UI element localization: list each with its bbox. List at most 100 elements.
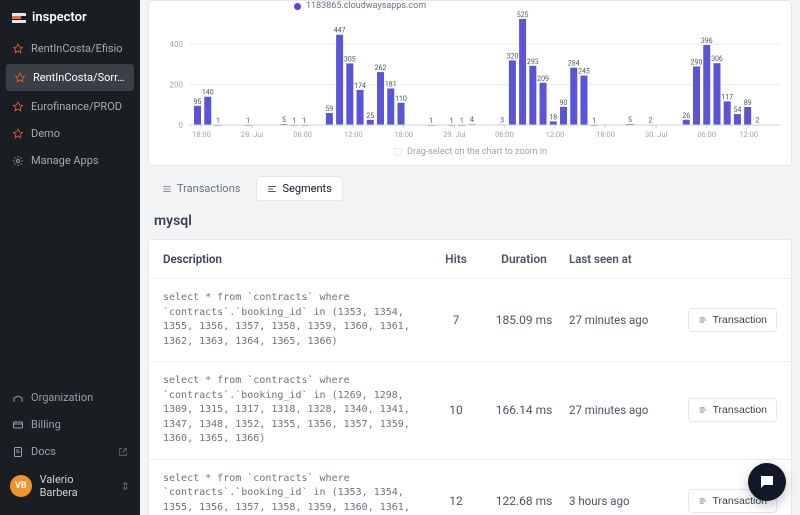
transaction-button[interactable]: Transaction xyxy=(688,398,777,422)
sidebar-item-label: Eurofinance/PROD xyxy=(31,100,122,113)
sidebar-item-label: RentInCosta/Efisio xyxy=(31,42,123,55)
user-menu[interactable]: VB Valerio Barbera ⇕ xyxy=(0,465,140,507)
sidebar-item[interactable]: Organization xyxy=(0,384,140,411)
main: 1183865.cloudwaysapps.com 02004009514011… xyxy=(140,0,800,515)
deploy-icon xyxy=(12,43,24,55)
svg-text:1: 1 xyxy=(592,117,596,125)
svg-text:174: 174 xyxy=(354,82,366,90)
cell-hits: 12 xyxy=(433,494,479,508)
chat-fab[interactable] xyxy=(748,463,786,501)
user-name: Valerio Barbera xyxy=(40,473,113,499)
tab-transactions[interactable]: Transactions xyxy=(152,176,250,201)
svg-text:12:00: 12:00 xyxy=(344,130,363,139)
avatar: VB xyxy=(10,475,32,497)
svg-text:30. Jul: 30. Jul xyxy=(645,130,668,139)
tab-segments[interactable]: Segments xyxy=(256,176,342,201)
svg-text:54: 54 xyxy=(733,106,741,114)
sidebar-item[interactable]: RentInCosta/Sorr… xyxy=(6,64,134,91)
chart-hint: Drag-select on the chart to zoom in xyxy=(159,143,781,157)
tabs: Transactions Segments xyxy=(140,166,800,209)
svg-text:0: 0 xyxy=(179,121,184,130)
svg-text:12:00: 12:00 xyxy=(739,130,758,139)
cell-duration: 185.09 ms xyxy=(491,313,557,327)
svg-text:29. Jul: 29. Jul xyxy=(443,130,466,139)
cell-hits: 7 xyxy=(433,313,479,327)
svg-text:1: 1 xyxy=(460,117,464,125)
sidebar-item[interactable]: Docs xyxy=(0,438,140,465)
tab-label: Transactions xyxy=(177,182,240,195)
svg-text:320: 320 xyxy=(506,52,518,60)
svg-text:1: 1 xyxy=(450,117,454,125)
svg-text:06:00: 06:00 xyxy=(495,130,514,139)
svg-text:117: 117 xyxy=(721,93,733,101)
sql-text: select * from `contracts` where `contrac… xyxy=(163,472,421,515)
sql-text: select * from `contracts` where `contrac… xyxy=(163,291,421,349)
transaction-button[interactable]: Transaction xyxy=(688,308,777,332)
th-last-seen: Last seen at xyxy=(569,252,669,266)
svg-text:4: 4 xyxy=(470,116,474,124)
cell-duration: 122.68 ms xyxy=(491,494,557,508)
svg-text:447: 447 xyxy=(334,27,346,35)
svg-text:400: 400 xyxy=(170,40,184,49)
brand-name: inspector xyxy=(32,10,87,25)
chart[interactable]: 0200400951401151159447305174252621811101… xyxy=(159,5,787,143)
svg-text:06:00: 06:00 xyxy=(697,130,716,139)
sidebar-item[interactable]: RentInCosta/Efisio xyxy=(0,35,140,62)
svg-text:1: 1 xyxy=(246,117,250,125)
svg-text:110: 110 xyxy=(395,95,407,103)
th-description: Description xyxy=(163,252,421,266)
sidebar-item[interactable]: Manage Apps xyxy=(0,147,140,174)
segments-icon xyxy=(267,184,277,194)
sidebar-item[interactable]: Billing xyxy=(0,411,140,438)
sidebar-item-label: Billing xyxy=(31,418,61,431)
sidebar-item[interactable]: Eurofinance/PROD xyxy=(0,93,140,120)
svg-text:2: 2 xyxy=(649,117,653,125)
svg-text:18:00: 18:00 xyxy=(596,130,615,139)
table-row: select * from `contracts` where `contrac… xyxy=(149,362,791,460)
svg-text:18: 18 xyxy=(549,113,557,121)
cell-last-seen: 27 minutes ago xyxy=(569,313,669,327)
svg-text:293: 293 xyxy=(527,58,539,66)
list-icon xyxy=(162,184,172,194)
svg-text:1: 1 xyxy=(429,117,433,125)
sidebar-item-label: Organization xyxy=(31,391,93,404)
svg-text:1: 1 xyxy=(302,117,306,125)
sidebar-item-label: Manage Apps xyxy=(31,154,99,167)
svg-text:18:00: 18:00 xyxy=(192,130,211,139)
legend-dot-icon xyxy=(294,3,301,10)
chevron-up-down-icon: ⇕ xyxy=(121,480,130,493)
sidebar-item-label: Docs xyxy=(31,445,56,458)
svg-text:3: 3 xyxy=(500,116,504,124)
th-hits: Hits xyxy=(433,252,479,266)
svg-text:245: 245 xyxy=(578,68,590,76)
svg-text:209: 209 xyxy=(537,75,549,83)
sidebar: inspector RentInCosta/Efisio RentInCosta/… xyxy=(0,0,140,515)
deploy-icon xyxy=(12,128,24,140)
svg-text:18:00: 18:00 xyxy=(394,130,413,139)
svg-text:95: 95 xyxy=(194,98,202,106)
sql-text: select * from `contracts` where `contrac… xyxy=(163,374,421,447)
table-row: select * from `contracts` where `contrac… xyxy=(149,460,791,515)
utility-nav: Organization Billing Docs xyxy=(0,384,140,465)
deploy-icon xyxy=(14,72,26,84)
gear-icon xyxy=(12,155,24,167)
svg-text:200: 200 xyxy=(170,81,184,90)
cell-last-seen: 3 hours ago xyxy=(569,494,669,508)
lasso-icon xyxy=(393,147,403,157)
brand[interactable]: inspector xyxy=(0,0,140,35)
deploy-icon xyxy=(12,101,24,113)
sidebar-item[interactable]: Demo xyxy=(0,120,140,147)
th-duration: Duration xyxy=(491,252,557,266)
cell-last-seen: 27 minutes ago xyxy=(569,403,669,417)
bottom-nav: Organization Billing Docs VB Valerio Barbe… xyxy=(0,384,140,515)
svg-text:5: 5 xyxy=(628,116,632,124)
svg-text:25: 25 xyxy=(366,112,374,120)
docs-icon xyxy=(12,446,24,458)
svg-text:59: 59 xyxy=(325,105,333,113)
org-icon xyxy=(12,392,24,404)
table-body: select * from `contracts` where `contrac… xyxy=(149,279,791,515)
brand-icon xyxy=(12,13,26,23)
svg-text:26: 26 xyxy=(682,112,690,120)
chart-legend[interactable]: 1183865.cloudwaysapps.com xyxy=(294,1,426,11)
svg-text:2: 2 xyxy=(755,117,759,125)
